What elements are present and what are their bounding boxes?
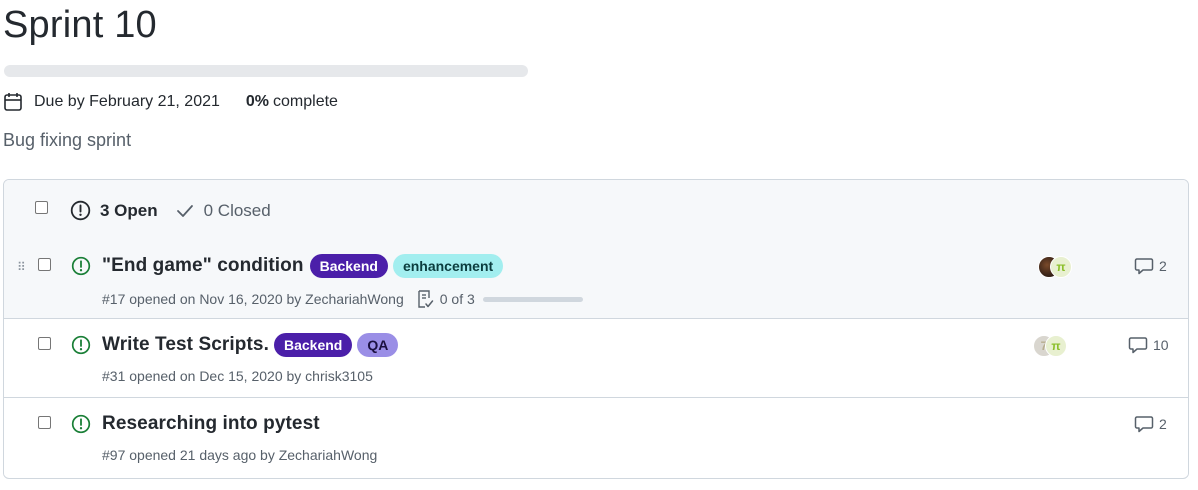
comment-icon <box>1134 416 1154 433</box>
issue-opened-icon <box>71 256 91 276</box>
due-date: Due by February 21, 2021 <box>34 93 220 110</box>
label-backend[interactable]: Backend <box>309 254 388 278</box>
comments-link[interactable]: 2 <box>1134 257 1167 275</box>
issue-title-link[interactable]: Researching into pytest <box>102 413 320 435</box>
issue-checkbox[interactable] <box>38 337 51 350</box>
open-issues-tab[interactable]: 3 Open <box>70 200 158 221</box>
issue-checkbox[interactable] <box>38 258 51 271</box>
issue-row[interactable]: Researching into pytest #97 opened 21 da… <box>4 398 1188 476</box>
comment-count: 10 <box>1153 337 1169 353</box>
issues-box: 3 Open 0 Closed ⠿ "End game" condition B… <box>3 179 1189 479</box>
issue-opened-icon <box>71 335 91 355</box>
comments-link[interactable]: 2 <box>1134 415 1167 433</box>
issue-opened-icon <box>70 200 91 221</box>
assignees: 7 π <box>1033 335 1067 357</box>
comment-icon <box>1134 258 1154 275</box>
closed-issues-tab[interactable]: 0 Closed <box>176 201 271 221</box>
task-progress: 0 of 3 <box>416 289 583 309</box>
milestone-meta: Due by February 21, 2021 0% complete <box>4 92 338 112</box>
issue-opened-icon <box>71 414 91 434</box>
check-icon <box>176 204 193 217</box>
comment-count: 2 <box>1159 258 1167 274</box>
issue-row[interactable]: ⠿ "End game" condition Backend enhanceme… <box>4 240 1188 319</box>
open-count-label: 3 Open <box>100 200 158 220</box>
label-enhancement[interactable]: enhancement <box>392 254 504 278</box>
issue-meta: #31 opened on Dec 15, 2020 by chrisk3105 <box>102 368 373 384</box>
drag-handle-icon[interactable]: ⠿ <box>17 261 26 273</box>
milestone-progress-bar <box>4 65 528 77</box>
avatar[interactable]: π <box>1050 256 1072 278</box>
checklist-icon <box>418 290 433 308</box>
closed-count-label: 0 Closed <box>203 200 271 220</box>
task-count: 0 of 3 <box>439 291 475 307</box>
percent-complete-label: complete <box>273 93 338 110</box>
comment-icon <box>1128 337 1148 354</box>
percent-complete: 0% <box>245 93 270 110</box>
task-progress-bar <box>482 296 583 302</box>
label-backend[interactable]: Backend <box>273 333 353 357</box>
issue-state-filter: 3 Open 0 Closed <box>70 200 271 221</box>
issue-meta: #97 opened 21 days ago by ZechariahWong <box>102 447 378 463</box>
issue-row[interactable]: Write Test Scripts. Backend QA #31 opene… <box>4 319 1188 398</box>
issues-box-header: 3 Open 0 Closed <box>4 180 1188 241</box>
assignees: π <box>1038 256 1072 278</box>
label-qa[interactable]: QA <box>357 333 399 357</box>
milestone-title: Sprint 10 <box>3 4 157 46</box>
issue-checkbox[interactable] <box>38 416 51 429</box>
comments-link[interactable]: 10 <box>1128 336 1169 354</box>
issue-meta: #17 opened on Nov 16, 2020 by ZechariahW… <box>102 291 404 307</box>
issue-title-link[interactable]: "End game" condition <box>102 255 304 277</box>
comment-count: 2 <box>1159 416 1167 432</box>
avatar[interactable]: π <box>1045 335 1067 357</box>
issue-title-link[interactable]: Write Test Scripts. <box>102 334 269 356</box>
calendar-icon <box>4 93 22 111</box>
milestone-description: Bug fixing sprint <box>3 130 132 150</box>
select-all-checkbox[interactable] <box>35 201 48 214</box>
